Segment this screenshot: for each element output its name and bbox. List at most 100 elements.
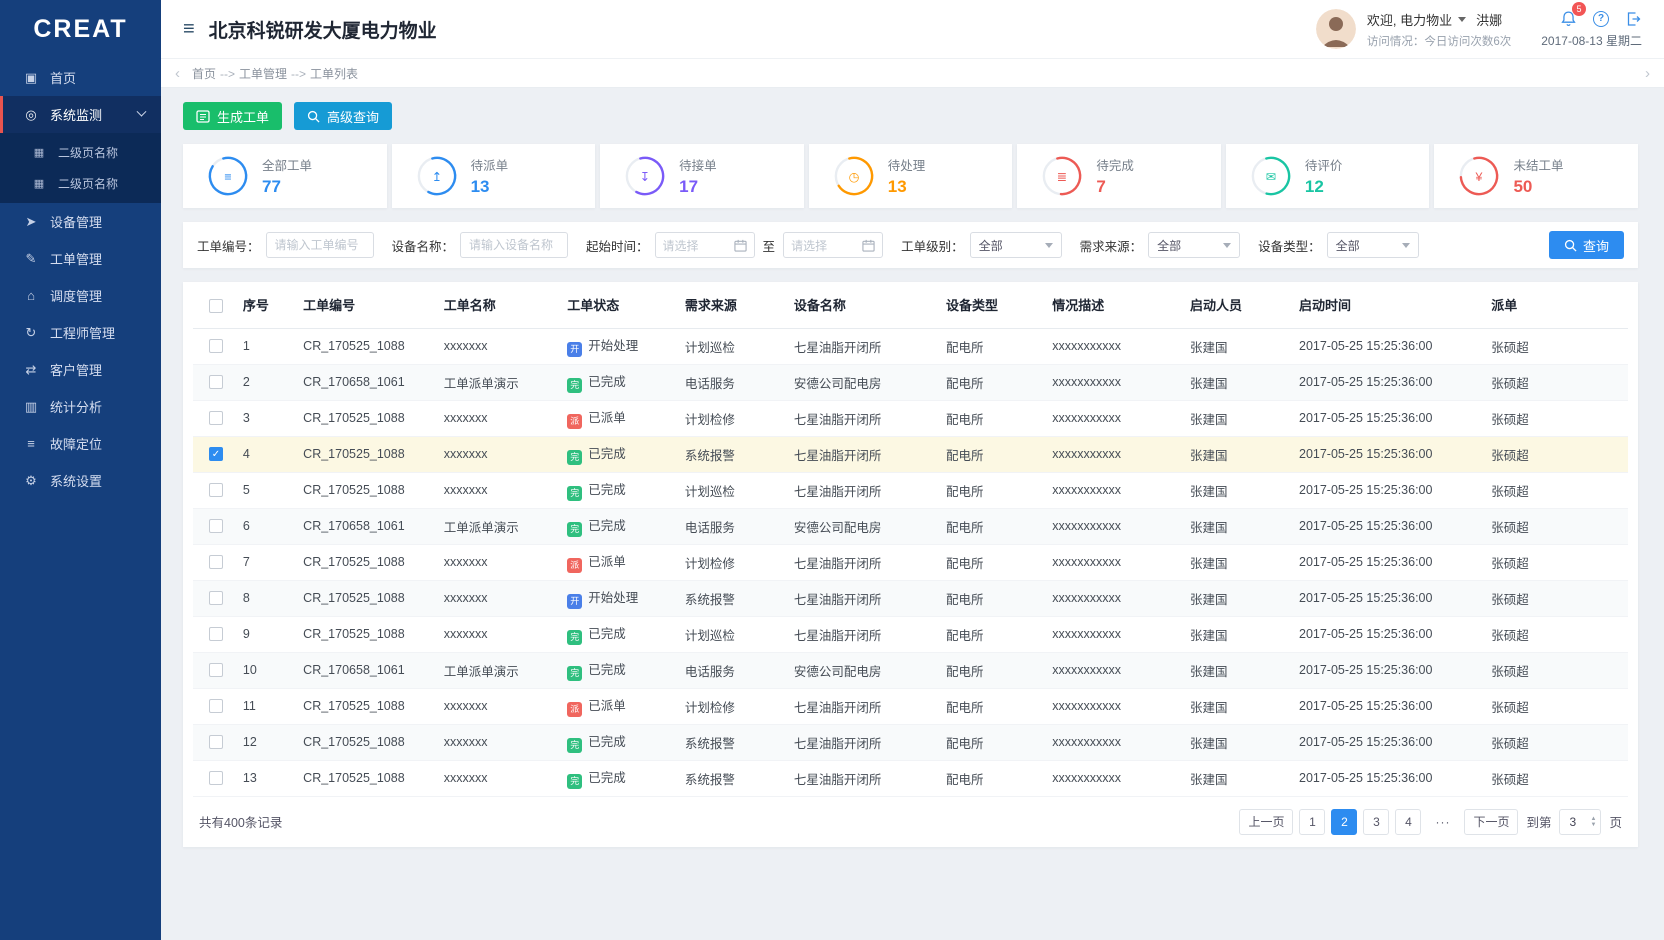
row-checkbox[interactable]	[209, 663, 223, 677]
select-all-checkbox[interactable]	[209, 299, 223, 313]
cell-order-name: xxxxxxx	[440, 328, 563, 364]
row-checkbox[interactable]	[209, 627, 223, 641]
device-name-input[interactable]	[460, 232, 568, 258]
device-type-select[interactable]: 全部	[1327, 232, 1419, 258]
sidebar-item-label: 工单管理	[50, 249, 102, 268]
cell-device: 七星油脂开闭所	[790, 436, 942, 472]
workorder-table-card: 序号工单编号工单名称工单状态需求来源设备名称设备类型情况描述启动人员启动时间派单…	[183, 282, 1638, 847]
cell-order-no: CR_170658_1061	[299, 364, 440, 400]
table-row: 13CR_170525_1088xxxxxxx完已完成系统报警七星油脂开闭所配电…	[193, 760, 1628, 796]
next-page-button[interactable]: 下一页	[1464, 809, 1518, 835]
row-checkbox[interactable]	[209, 339, 223, 353]
sidebar-item-system-monitor[interactable]: ◎ 系统监测	[0, 96, 161, 133]
sidebar-subitem[interactable]: ▦二级页名称	[0, 168, 161, 199]
breadcrumb-back-icon[interactable]: ‹	[171, 65, 184, 82]
sidebar-item-fault-location[interactable]: ≡故障定位	[0, 425, 161, 462]
help-icon[interactable]: ?	[1593, 11, 1609, 27]
stat-card-to-finish[interactable]: ≣待完成7	[1017, 144, 1221, 208]
sidebar-item-workorder-mgmt[interactable]: ✎工单管理	[0, 240, 161, 277]
order-level-select[interactable]: 全部	[970, 232, 1062, 258]
cell-device: 七星油脂开闭所	[790, 724, 942, 760]
breadcrumb-item[interactable]: 首页	[192, 67, 216, 81]
stat-card-to-dispatch[interactable]: ↥待派单13	[392, 144, 596, 208]
cell-source: 电话服务	[681, 364, 790, 400]
grid-icon: ▦	[30, 177, 48, 190]
table-row: 6CR_170658_1061工单派单演示完已完成电话服务安德公司配电房配电所x…	[193, 508, 1628, 544]
spinner-down-icon[interactable]: ▼	[1591, 822, 1597, 828]
spinner-icons[interactable]: ▲▼	[1591, 816, 1597, 828]
end-date-input[interactable]: 请选择	[783, 232, 883, 258]
row-checkbox[interactable]	[209, 771, 223, 785]
prev-page-button[interactable]: 上一页	[1239, 809, 1293, 835]
row-checkbox[interactable]	[209, 519, 223, 533]
cell-device: 安德公司配电房	[790, 364, 942, 400]
pager-buttons: 上一页1234···下一页	[1239, 809, 1518, 835]
stat-card-to-accept[interactable]: ↧待接单17	[600, 144, 804, 208]
cell-status: 完已完成	[563, 364, 681, 400]
sidebar-item-system-settings[interactable]: ⚙系统设置	[0, 462, 161, 499]
generate-order-button[interactable]: 生成工单	[183, 102, 282, 130]
row-checkbox[interactable]	[209, 591, 223, 605]
cell-order-name: 工单派单演示	[440, 364, 563, 400]
sidebar-item-engineer-mgmt[interactable]: ↻工程师管理	[0, 314, 161, 351]
sidebar-item-device-mgmt[interactable]: ➤设备管理	[0, 203, 161, 240]
start-time-label: 起始时间：	[586, 236, 649, 255]
goto-page-input[interactable]: 3 ▲▼	[1559, 809, 1601, 835]
chevron-down-icon[interactable]	[1458, 17, 1466, 26]
table-row: 2CR_170658_1061工单派单演示完已完成电话服务安德公司配电房配电所x…	[193, 364, 1628, 400]
row-checkbox[interactable]	[209, 699, 223, 713]
start-date-input[interactable]: 请选择	[655, 232, 755, 258]
table-header-row: 序号工单编号工单名称工单状态需求来源设备名称设备类型情况描述启动人员启动时间派单	[193, 282, 1628, 328]
stat-card-to-review[interactable]: ✉待评价12	[1226, 144, 1430, 208]
monitor-pulse-icon: ◎	[22, 107, 40, 123]
stat-card-unsettled[interactable]: ¥未结工单50	[1434, 144, 1638, 208]
sidebar-item-customer-mgmt[interactable]: ⇄客户管理	[0, 351, 161, 388]
sidebar-item-statistics[interactable]: ▥统计分析	[0, 388, 161, 425]
breadcrumb-item[interactable]: 工单管理	[239, 67, 287, 81]
cell-start-time: 2017-05-25 15:25:36:00	[1295, 580, 1487, 616]
user-photo	[1316, 9, 1356, 49]
search-button[interactable]: 查询	[1549, 231, 1624, 259]
cell-status: 完已完成	[563, 616, 681, 652]
page-button-3[interactable]: 3	[1363, 809, 1389, 835]
demand-source-select[interactable]: 全部	[1148, 232, 1240, 258]
order-no-input[interactable]	[266, 232, 374, 258]
sidebar: CREAT ▣首页◎系统监测▦二级页名称▦二级页名称➤设备管理✎工单管理⌂调度管…	[0, 0, 161, 940]
row-checkbox[interactable]	[209, 483, 223, 497]
cell-desc: xxxxxxxxxxx	[1048, 472, 1186, 508]
logout-icon[interactable]	[1625, 11, 1642, 27]
cell-starter: 张建国	[1186, 724, 1295, 760]
avatar[interactable]	[1316, 9, 1356, 49]
row-checkbox[interactable]: ✓	[209, 447, 223, 461]
row-checkbox[interactable]	[209, 555, 223, 569]
stat-card-to-process[interactable]: ◷待处理13	[809, 144, 1013, 208]
row-checkbox[interactable]	[209, 735, 223, 749]
sidebar-item-dispatch-mgmt[interactable]: ⌂调度管理	[0, 277, 161, 314]
advanced-search-button[interactable]: 高级查询	[294, 102, 392, 130]
breadcrumb-item[interactable]: 工单列表	[310, 67, 358, 81]
sidebar-item-label: 系统监测	[50, 105, 102, 124]
accept-icon: ↧	[624, 155, 666, 197]
menu-toggle-icon[interactable]: ≡	[183, 18, 195, 41]
status-badge-icon: 开	[567, 342, 582, 357]
cell-desc: xxxxxxxxxxx	[1048, 760, 1186, 796]
cell-device: 七星油脂开闭所	[790, 544, 942, 580]
row-checkbox[interactable]	[209, 375, 223, 389]
page-button-1[interactable]: 1	[1299, 809, 1325, 835]
row-checkbox[interactable]	[209, 411, 223, 425]
status-badge-icon: 完	[567, 378, 582, 393]
cell-status: 完已完成	[563, 724, 681, 760]
table-row: 1CR_170525_1088xxxxxxx开开始处理计划巡检七星油脂开闭所配电…	[193, 328, 1628, 364]
cell-status: 派已派单	[563, 688, 681, 724]
cell-status: 完已完成	[563, 436, 681, 472]
cell-dispatcher: 张硕超	[1487, 760, 1628, 796]
cell-status: 完已完成	[563, 508, 681, 544]
notification-bell-icon[interactable]: 5	[1560, 10, 1577, 28]
sidebar-item-home[interactable]: ▣首页	[0, 59, 161, 96]
breadcrumb-forward-icon[interactable]: ›	[1641, 65, 1654, 82]
page-button-4[interactable]: 4	[1395, 809, 1421, 835]
page-button-2[interactable]: 2	[1331, 809, 1357, 835]
stat-card-all-orders[interactable]: ≡全部工单77	[183, 144, 387, 208]
sidebar-subitem[interactable]: ▦二级页名称	[0, 137, 161, 168]
svg-text:≡: ≡	[224, 170, 231, 184]
